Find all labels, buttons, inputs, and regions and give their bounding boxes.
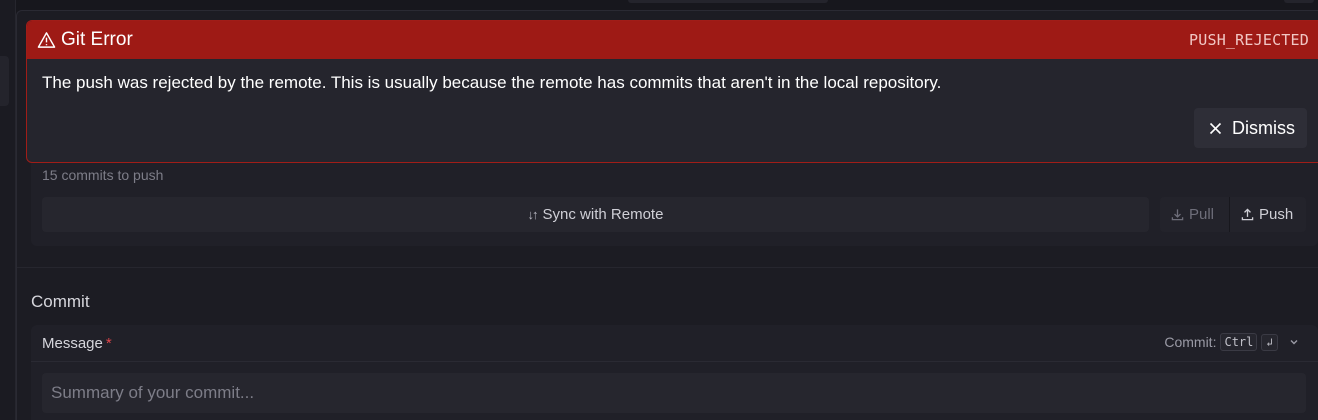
error-header: Git Error PUSH_REJECTED (27, 21, 1318, 59)
commits-to-push-label: 15 commits to push (42, 167, 164, 183)
error-code: PUSH_REJECTED (1189, 31, 1309, 49)
pull-button[interactable]: Pull (1160, 197, 1230, 232)
top-tab-stub (628, 0, 828, 3)
required-mark: * (105, 335, 112, 352)
rail-handle[interactable] (0, 56, 9, 106)
close-icon (1209, 122, 1222, 134)
message-label: Message * (42, 335, 112, 352)
error-message: The push was rejected by the remote. Thi… (42, 73, 942, 92)
push-button[interactable]: Push (1230, 197, 1306, 232)
pull-label: Pull (1189, 206, 1215, 223)
warning-icon (37, 32, 56, 48)
push-label: Push (1259, 206, 1294, 223)
commit-section-title: Commit (31, 292, 90, 311)
sync-with-remote-button[interactable]: ↓↑ Sync with Remote (42, 197, 1149, 232)
section-divider (17, 267, 1318, 268)
sync-label: Sync with Remote (542, 206, 664, 223)
chevron-down-icon[interactable] (1288, 336, 1300, 348)
error-title: Git Error (61, 29, 133, 50)
dismiss-button[interactable]: Dismiss (1194, 108, 1307, 148)
left-rail (0, 0, 16, 420)
shortcut-label: Commit: (1164, 334, 1217, 350)
git-error-banner: Git Error PUSH_REJECTED The push was rej… (26, 20, 1318, 163)
ctrl-key: Ctrl (1220, 333, 1258, 351)
message-label-text: Message (42, 335, 103, 352)
commit-shortcut[interactable]: Commit: Ctrl ↲ (1164, 333, 1300, 351)
commit-header: Message * Commit: Ctrl ↲ (31, 325, 1318, 362)
sync-arrows-icon: ↓↑ (527, 207, 539, 222)
enter-key-icon: ↲ (1261, 333, 1278, 351)
download-icon (1171, 209, 1184, 221)
upload-icon (1241, 208, 1254, 221)
dismiss-label: Dismiss (1232, 117, 1295, 138)
pull-push-group: Pull Push (1160, 197, 1306, 232)
commit-message-input[interactable] (42, 373, 1306, 413)
top-tab-stub (1284, 0, 1314, 3)
